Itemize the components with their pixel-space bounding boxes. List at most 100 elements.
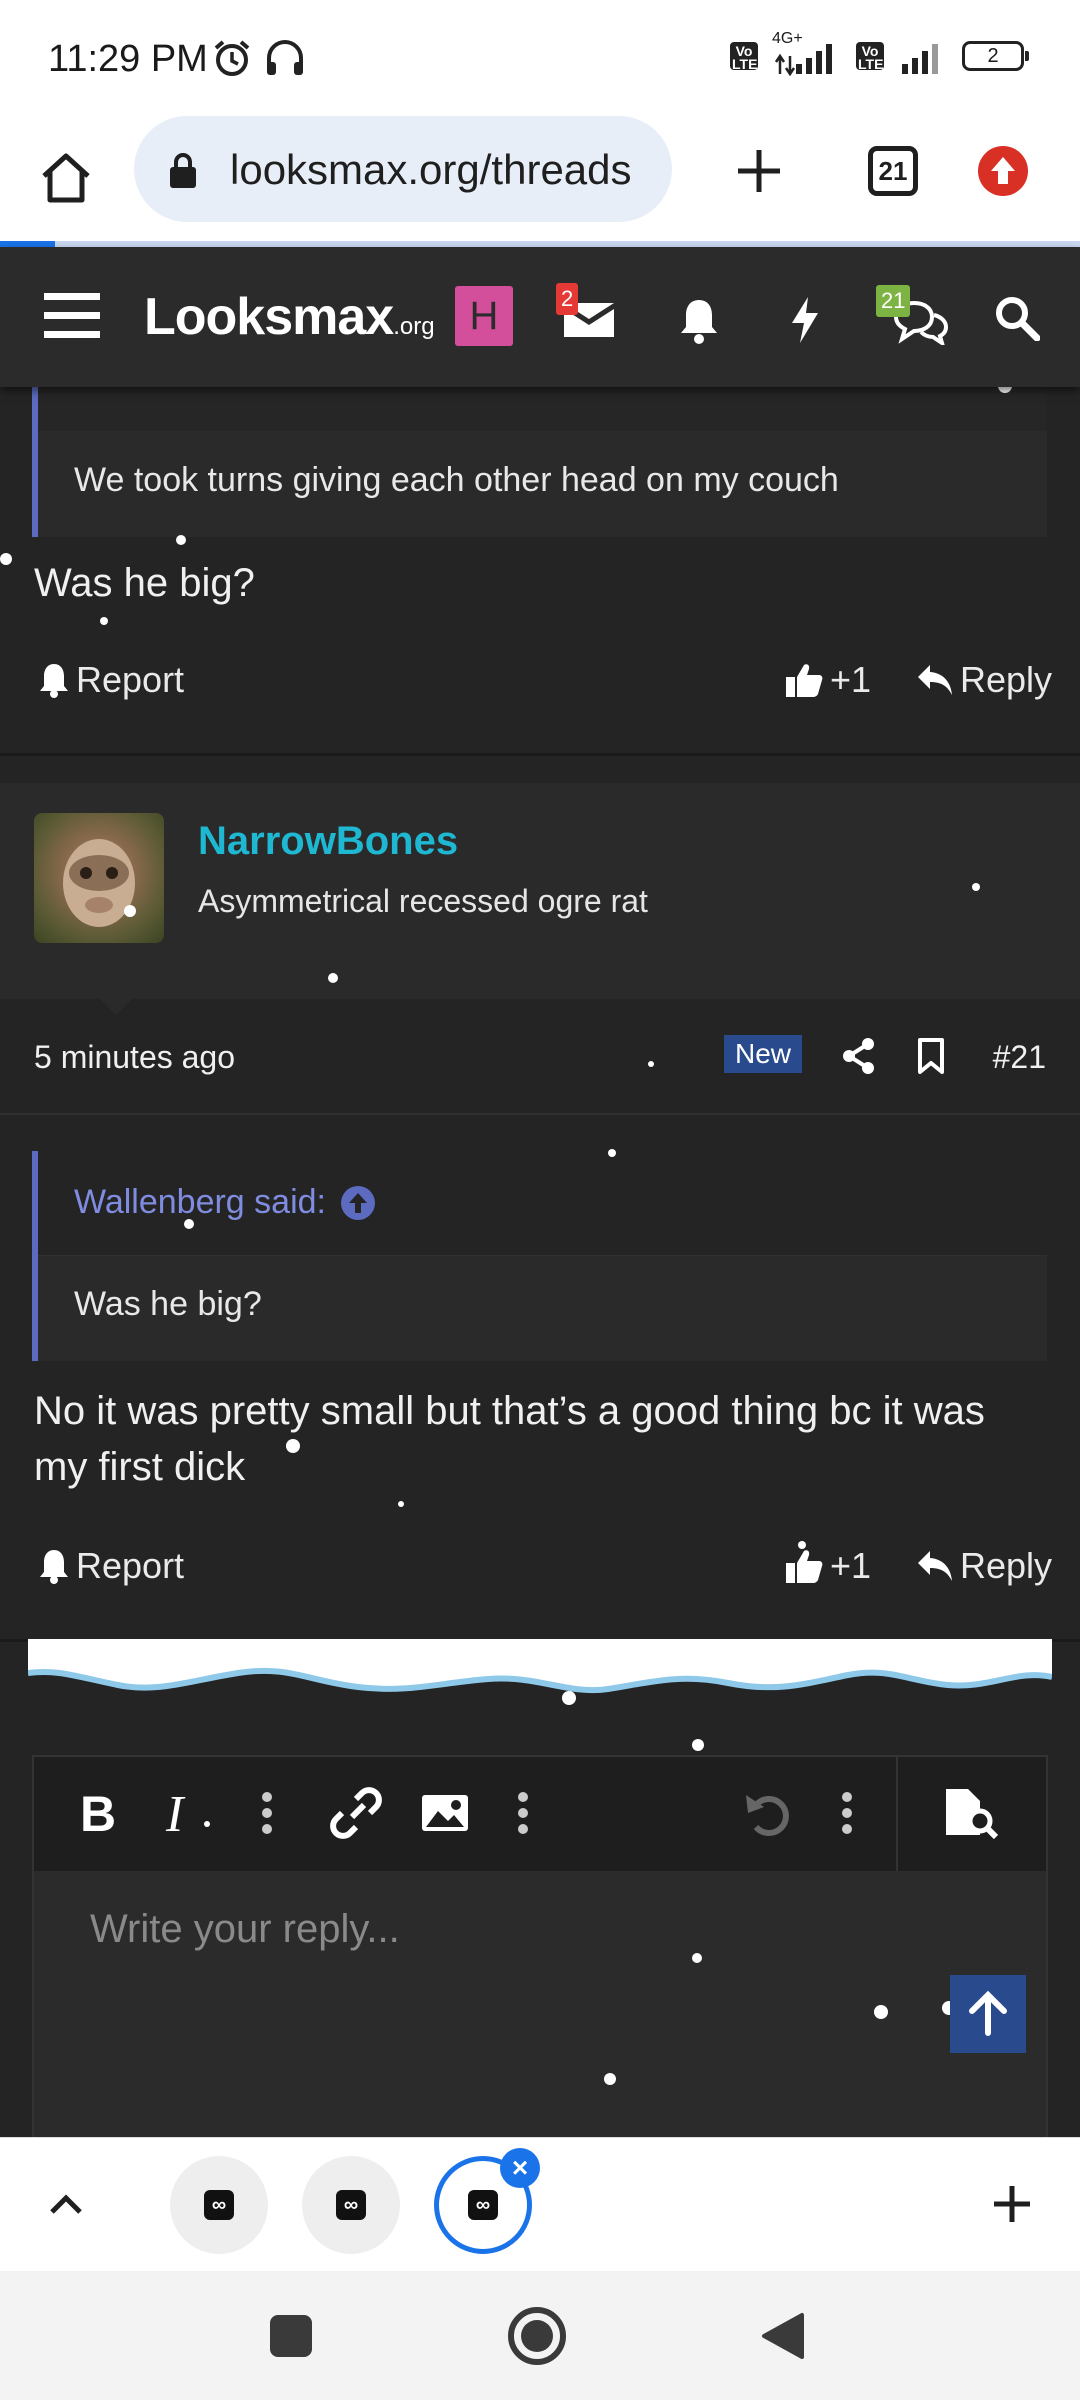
snow-dot [604,2073,616,2085]
username[interactable]: NarrowBones [198,819,458,864]
undo-icon[interactable] [742,1785,792,1841]
quote-author[interactable]: Wallenberg said: [74,1183,376,1222]
snow-dot [874,2005,888,2019]
url-text: looksmax.org/threads [230,146,632,193]
volte-badge-2: Vo LTE [856,42,884,72]
lightning-icon[interactable] [788,295,822,345]
signal-icon-2 [902,44,938,74]
snow-dot [692,1953,702,1963]
bell-icon [40,1550,68,1584]
close-tab-icon[interactable]: × [500,2148,540,2188]
reply-arrow-icon [918,1551,952,1581]
post-body: No it was pretty small but that’s a good… [34,1389,985,1489]
like-button[interactable]: +1 [784,659,871,701]
thread-content: We took turns giving each other head on … [0,387,1080,2137]
add-tab-icon[interactable] [990,2182,1034,2226]
quote-text: Was he big? [74,1285,262,1323]
lock-icon [170,153,196,188]
reply-button[interactable]: Reply [916,659,1052,701]
forum-header: Looksmax.org H 2 21 [0,247,1080,387]
alarm-icon [214,40,250,76]
snow-dot [798,1541,806,1549]
preview-icon[interactable] [942,1785,1002,1841]
post-body: Was he big? [34,561,255,605]
report-label: Report [76,659,185,700]
home-nav-icon[interactable] [506,2305,568,2367]
bell-icon [40,664,68,698]
report-button[interactable]: Report [38,1545,184,1587]
reply-label: Reply [960,1545,1053,1586]
snow-dot [398,1501,404,1507]
tab-thumbnail[interactable]: ∞ [302,2156,400,2254]
user-avatar[interactable] [34,813,164,943]
user-title: Asymmetrical recessed ogre rat [198,883,648,919]
battery-icon: 2 [962,41,1029,71]
tab-strip: ∞ ∞ ∞ × [0,2137,1080,2272]
more-text-options-icon[interactable] [260,1785,274,1841]
like-count: +1 [830,1545,872,1586]
back-nav-icon[interactable] [760,2311,806,2361]
italic-icon[interactable]: I [160,1785,200,1841]
browser-toolbar: looksmax.org/threads 21 [0,110,1080,245]
reply-input[interactable]: Write your reply... [90,1907,400,1952]
hamburger-menu-icon[interactable] [44,291,100,341]
snow-dot [286,1439,300,1453]
link-icon[interactable] [330,1785,382,1841]
tab-thumbnail[interactable]: ∞ [170,2156,268,2254]
update-button[interactable] [978,146,1028,196]
scroll-to-top-button[interactable] [950,1975,1026,2053]
editor-toolbar: B I [34,1757,1046,1871]
home-icon[interactable] [38,150,94,206]
report-button[interactable]: Report [38,659,184,701]
snow-dot [0,553,12,565]
more-insert-options-icon[interactable] [516,1785,530,1841]
thumbs-up-icon [786,1550,823,1583]
post-divider [0,753,1080,756]
more-options-icon[interactable] [840,1785,854,1841]
looksmax-favicon-icon: ∞ [204,2190,234,2220]
bookmark-icon[interactable] [916,1037,946,1075]
reply-button[interactable]: Reply [916,1545,1052,1587]
snow-dot [562,1691,576,1705]
tab-switcher-button[interactable]: 21 [868,146,918,196]
quote-author-name: Wallenberg said: [74,1183,326,1221]
signal-icon: 4G+ [772,30,842,76]
headset-icon [267,40,303,75]
snow-dot [692,1739,704,1751]
post-timestamp[interactable]: 5 minutes ago [34,1039,235,1076]
jump-to-quote-icon[interactable] [340,1185,376,1221]
snow-dot [184,1219,194,1229]
chevron-up-icon[interactable] [46,2188,86,2218]
bold-icon[interactable]: B [76,1785,120,1841]
status-time: 11:29 PM [48,38,208,80]
address-bar[interactable]: looksmax.org/threads [134,116,672,222]
reply-editor: B I Write your reply... [32,1755,1048,2137]
recents-icon[interactable] [268,2313,314,2359]
snow-dot [204,1821,210,1827]
like-button[interactable]: +1 [784,1545,871,1587]
quote-text: We took turns giving each other head on … [74,461,839,499]
reply-arrow-icon [918,665,952,695]
user-avatar[interactable]: H [455,286,513,346]
status-bar: 11:29 PM Vo LTE 4G+ Vo LTE 2 [0,0,1080,110]
looksmax-favicon-icon: ∞ [468,2190,498,2220]
post-number[interactable]: #21 [993,1039,1046,1076]
bell-icon[interactable] [678,297,720,345]
share-icon[interactable] [842,1037,876,1075]
snow-decoration [28,1639,1052,1694]
image-icon[interactable] [420,1785,470,1841]
new-tab-icon[interactable] [734,146,784,196]
inbox-count-badge: 2 [556,283,579,315]
volte-badge: Vo LTE [730,42,758,72]
svg-text:I: I [165,1786,186,1841]
svg-text:B: B [80,1786,116,1841]
report-label: Report [76,1545,185,1586]
site-logo[interactable]: Looksmax.org [144,287,435,347]
new-badge: New [724,1035,803,1073]
thumbs-up-icon [786,664,823,697]
logo-text: Looksmax [144,288,394,346]
system-navigation-bar [0,2271,1080,2400]
arrow-up-icon [991,157,1015,184]
snow-dot [608,1149,616,1157]
search-icon[interactable] [994,295,1040,341]
